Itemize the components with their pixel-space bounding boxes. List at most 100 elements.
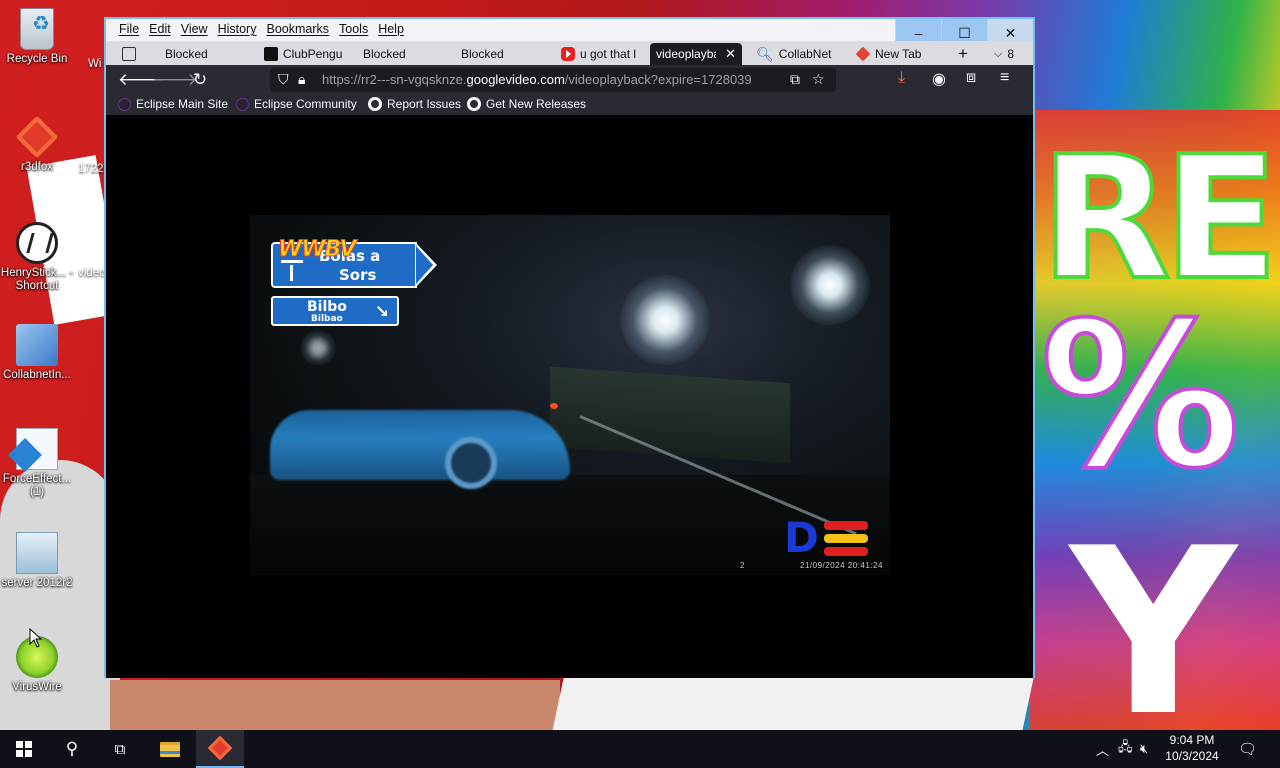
- plus-icon: +: [958, 44, 968, 63]
- desktop-icon-label: HenryStick... - Shortcut: [0, 267, 74, 292]
- r3dfox-icon: [15, 115, 59, 159]
- desktop-icon-collabnet[interactable]: CollabnetIn...: [0, 324, 74, 382]
- clubpenguin-icon: [264, 47, 278, 61]
- menu-bookmarks[interactable]: Bookmarks: [261, 22, 334, 36]
- tab-blocked-3[interactable]: Blocked: [461, 43, 541, 65]
- github-icon: [368, 97, 382, 111]
- volume-control[interactable]: 🔇︎: [1140, 730, 1148, 768]
- tab-youtube[interactable]: u got that l: [561, 43, 649, 65]
- navigation-bar: 🡐 🡒 ↻ ⛉ 🔒︎ https://rr2---sn-vgqsknze.goo…: [106, 65, 1033, 95]
- desktop-icon-r3dfox[interactable]: r3dfox: [0, 115, 74, 174]
- tab-list-button[interactable]: ⌵ 8: [994, 43, 1030, 65]
- road-sign-bilbo: Bilbo Bilbao ↘: [271, 296, 399, 326]
- road-sign-line2: Sors: [339, 266, 377, 284]
- desktop-icon-label: ForceEffect... (1): [2, 473, 72, 498]
- bookmarks-bar: Eclipse Main Site Eclipse Community Repo…: [106, 95, 1033, 115]
- bookmark-get-new-releases[interactable]: Get New Releases: [467, 97, 586, 111]
- box-icon: [122, 47, 136, 61]
- downloads-icon[interactable]: ⤓: [898, 69, 905, 87]
- action-center-button[interactable]: 🗨︎: [1238, 730, 1257, 768]
- tab-label: Blocked: [165, 47, 208, 61]
- search-icon: 🔍︎: [756, 45, 774, 62]
- back-button[interactable]: 🡐: [118, 69, 164, 91]
- video-player[interactable]: Bolas a Sors WWBV Bilbo Bilbao ↘ D 2 21/…: [250, 215, 890, 575]
- url-bar[interactable]: ⛉ 🔒︎ https://rr2---sn-vgqsknze.googlevid…: [270, 68, 836, 92]
- bookmark-eclipse-main-site[interactable]: Eclipse Main Site: [118, 97, 228, 111]
- desktop-icon-label: VirusWire: [12, 681, 62, 693]
- collabnet-installer-icon: [16, 324, 58, 366]
- new-tab-button[interactable]: +: [958, 43, 978, 65]
- tab-new-tab[interactable]: New Tab: [856, 43, 936, 65]
- bookmark-report-issues[interactable]: Report Issues: [368, 97, 461, 111]
- wallpaper-text-bottom: Y: [1070, 500, 1237, 730]
- browser-window: File Edit View History Bookmarks Tools H…: [104, 17, 1035, 678]
- desktop-icon-server[interactable]: server 2012r2: [0, 532, 74, 590]
- picture-in-picture-icon[interactable]: ⧉: [790, 71, 800, 88]
- r3dfox-icon: [856, 46, 871, 62]
- close-tab-icon[interactable]: ✕: [725, 46, 736, 62]
- video-watermark: WWBV: [277, 237, 356, 263]
- menu-view[interactable]: View: [176, 22, 213, 36]
- menu-tools[interactable]: Tools: [334, 22, 373, 36]
- url-path: /videoplayback?expire=1728039: [564, 72, 752, 87]
- desktop-icon-label: server 2012r2: [1, 577, 73, 589]
- wallpaper-shape: [110, 680, 560, 730]
- video-light: [620, 275, 710, 365]
- folder-icon: [160, 741, 180, 757]
- file-explorer-button[interactable]: [146, 730, 194, 768]
- desktop-icon-henry-stickmin[interactable]: HenryStick... - Shortcut: [0, 222, 74, 293]
- bookmark-label: Get New Releases: [486, 97, 587, 111]
- clock-date: 10/3/2024: [1165, 749, 1219, 763]
- desktop-icon-label: r3dfox: [21, 161, 53, 173]
- desktop-icon-label: CollabnetIn...: [3, 369, 71, 381]
- tab-label: CollabNet: [778, 47, 832, 61]
- tab-label: New Tab: [875, 47, 922, 61]
- video-frame-number: 2: [740, 561, 745, 570]
- task-view-button[interactable]: ⧉: [96, 730, 144, 768]
- menu-file[interactable]: File: [114, 22, 144, 36]
- url-domain: googlevideo.com: [466, 72, 565, 87]
- chevron-up-icon: ︿: [1096, 742, 1110, 758]
- tab-collabnet[interactable]: 🔍︎ CollabNet: [756, 43, 842, 65]
- hamburger-menu-icon[interactable]: ≡: [1000, 69, 1009, 87]
- logo-bar-red: [824, 521, 868, 530]
- taskbar: ⚲ ⧉ ︿ 🖧︎ 🔇︎ 9:04 PM 10/3/2024 🗨︎: [0, 730, 1280, 768]
- bookmark-star-icon[interactable]: ☆: [812, 71, 825, 88]
- menu-history[interactable]: History: [213, 22, 262, 36]
- task-view-icon: ⧉: [114, 740, 126, 758]
- forward-button[interactable]: 🡒: [152, 69, 198, 91]
- start-button[interactable]: [0, 730, 48, 768]
- eclipse-icon: [118, 97, 131, 111]
- r3dfox-taskbar-button[interactable]: [196, 730, 244, 768]
- account-icon[interactable]: ◉: [932, 69, 946, 89]
- wallpaper-text-middle: %: [1038, 278, 1242, 515]
- lock-icon[interactable]: 🔒︎: [298, 71, 305, 88]
- tab-clubpenguin[interactable]: ClubPengu: [264, 43, 352, 65]
- search-icon: ⚲: [65, 739, 79, 758]
- search-button[interactable]: ⚲: [48, 730, 96, 768]
- network-status[interactable]: 🖧︎: [1118, 730, 1133, 768]
- url-prefix: https://rr2---sn-vgqsknze.: [322, 72, 467, 87]
- windows-logo-icon: [16, 741, 32, 757]
- tracking-shield-icon[interactable]: ⛉: [278, 71, 289, 88]
- menu-edit[interactable]: Edit: [144, 22, 176, 36]
- eclipse-icon: [236, 97, 249, 111]
- menu-help[interactable]: Help: [373, 22, 409, 36]
- url-text[interactable]: https://rr2---sn-vgqsknze.googlevideo.co…: [322, 72, 788, 87]
- tab-videoplayback[interactable]: videoplayba ✕: [650, 43, 742, 65]
- tab-blocked-2[interactable]: Blocked: [363, 43, 443, 65]
- logo-letter: D: [784, 513, 819, 562]
- extensions-icon[interactable]: ⧈: [966, 69, 976, 87]
- reload-button[interactable]: ↻: [188, 69, 212, 91]
- show-hidden-icons-button[interactable]: ︿: [1096, 730, 1109, 768]
- logo-bar-yellow: [824, 534, 868, 543]
- tab-count: 8: [1007, 47, 1015, 61]
- r3dfox-icon: [207, 735, 233, 761]
- system-clock[interactable]: 9:04 PM 10/3/2024: [1160, 732, 1224, 764]
- desktop-icon-recycle-bin[interactable]: Recycle Bin: [0, 8, 74, 66]
- tab-blocked-1[interactable]: Blocked: [122, 43, 242, 65]
- chevron-down-icon: ⌵: [994, 47, 1003, 60]
- desktop-icon-forceeffect[interactable]: ForceEffect... (1): [0, 428, 74, 499]
- page-content: Bolas a Sors WWBV Bilbo Bilbao ↘ D 2 21/…: [106, 115, 1033, 678]
- bookmark-eclipse-community[interactable]: Eclipse Community: [236, 97, 357, 111]
